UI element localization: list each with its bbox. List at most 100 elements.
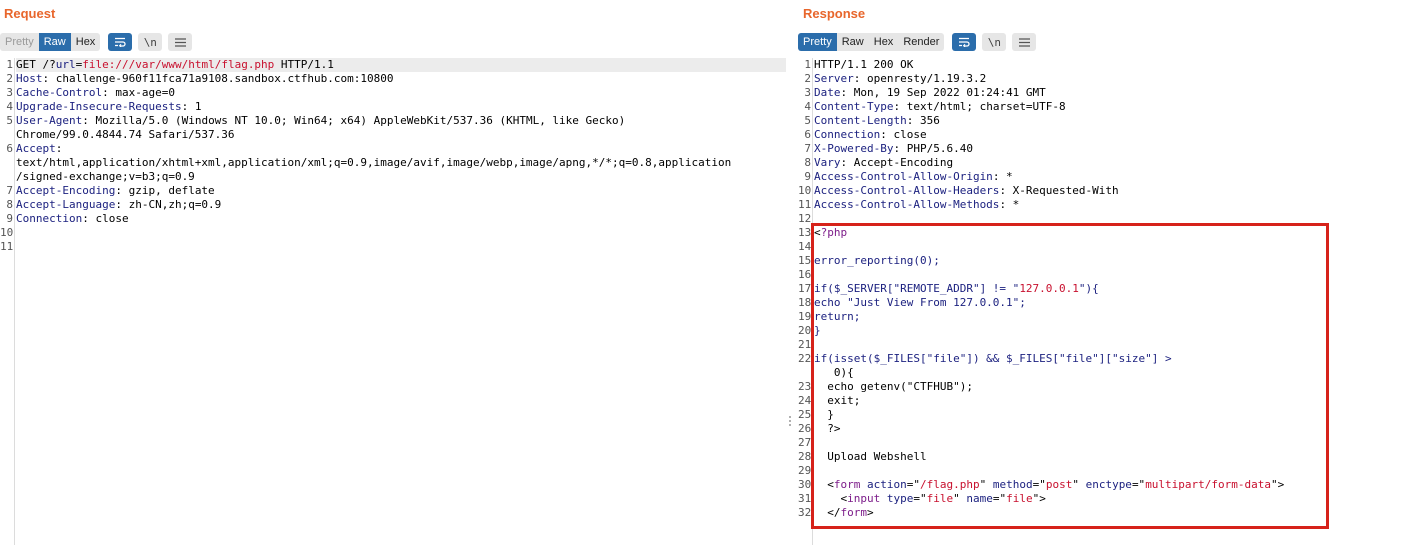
line-number: 10 [798,184,812,197]
line-text [814,338,1403,352]
line-text: if(isset($_FILES["file"]) && $_FILES["fi… [814,352,1403,366]
response-render-tab[interactable]: Render [898,33,945,51]
line-text: Upload Webshell [814,450,1403,464]
line-number: 31 [798,492,812,505]
line-text [814,240,1403,254]
code-line: 8 Accept-Language: zh-CN,zh;q=0.9 [0,198,786,212]
code-token: User-Agent [16,114,83,127]
code-token: : 356 [906,114,940,127]
line-number: 3 [804,86,811,99]
line-text: X-Powered-By: PHP/5.6.40 [814,142,1403,156]
line-text: /signed-exchange;v=b3;q=0.9 [16,170,786,184]
code-token: : X-Requested-With [999,184,1119,197]
response-raw-tab[interactable]: Raw [836,33,869,51]
line-text: <?php [814,226,1403,240]
line-text [814,268,1403,282]
line-number: 4 [804,100,811,113]
code-line: 1 HTTP/1.1 200 OK [798,58,1403,72]
line-number: 1 [804,58,811,71]
code-line: 4 Content-Type: text/html; charset=UTF-8 [798,100,1403,114]
line-text: Accept-Encoding: gzip, deflate [16,184,786,198]
code-token: =" [992,492,1007,505]
menu-icon [1018,37,1030,47]
line-text: Access-Control-Allow-Headers: X-Requeste… [814,184,1403,198]
line-number: 20 [798,324,812,337]
code-token: Chrome/99.0.4844.74 Safari/537.36 [16,128,235,141]
line-text: } [814,408,1403,422]
line-number [0,128,16,142]
response-menu-button[interactable] [1012,33,1037,51]
line-text [814,436,1403,450]
code-token: "> [1032,492,1046,505]
code-line: 5 User-Agent: Mozilla/5.0 (Windows NT 10.… [0,114,786,128]
code-line: 14 [798,240,1403,254]
code-token: if(isset($_FILES["file"]) && $_FILES["fi… [814,352,1172,365]
line-text: Connection: close [16,212,786,226]
wrap-lines-icon [959,37,971,47]
request-raw-tab[interactable]: Raw [38,33,71,51]
response-show-newlines-button[interactable]: \n [982,33,1007,51]
line-number: 5 [804,114,811,127]
code-token: ?> [814,422,841,435]
code-token: GET /? [16,58,56,71]
code-token: Upgrade-Insecure-Requests [16,100,182,113]
code-line: 1 GET /?url=file:///var/www/html/flag.php… [0,58,786,72]
response-hex-tab[interactable]: Hex [868,33,899,51]
code-line: text/html,application/xhtml+xml,applicat… [0,156,786,170]
code-line: 24 exit; [798,394,1403,408]
line-number: 30 [798,478,812,491]
code-token: : * [999,198,1020,211]
code-line: 26 ?> [798,422,1403,436]
line-text: Date: Mon, 19 Sep 2022 01:24:41 GMT [814,86,1403,100]
line-text: <input type="file" name="file"> [814,492,1403,506]
line-number: 24 [798,394,812,407]
code-token: error_reporting(0); [814,254,940,267]
response-pretty-tab[interactable]: Pretty [798,33,837,51]
line-text: Server: openresty/1.19.3.2 [814,72,1403,86]
line-number: 1 [6,58,13,71]
line-number: 11 [0,240,14,253]
code-line: 2 Server: openresty/1.19.3.2 [798,72,1403,86]
code-line: Chrome/99.0.4844.74 Safari/537.36 [0,128,786,142]
code-line: 15 error_reporting(0); [798,254,1403,268]
request-editor[interactable]: 1 GET /?url=file:///var/www/html/flag.php… [0,58,786,545]
code-token: : openresty/1.19.3.2 [853,72,987,85]
line-number: 28 [798,450,812,463]
line-text: Upgrade-Insecure-Requests: 1 [16,100,786,114]
code-token: : [55,142,63,155]
line-number: 6 [6,142,13,155]
code-token: : challenge-960f11fca71a9108.sandbox.ctf… [42,72,394,85]
code-line: 30 <form action="/flag.php" method="post… [798,478,1403,492]
pane-resize-handle[interactable] [788,414,792,430]
code-token: Date [814,86,841,99]
code-token: Server [814,72,854,85]
code-token: ?php [820,226,848,239]
request-wrap-lines-button[interactable] [108,33,133,51]
request-hex-tab[interactable]: Hex [70,33,101,51]
line-number: 16 [798,268,812,281]
line-text: Vary: Accept-Encoding [814,156,1403,170]
code-token: echo "Just View From 127.0.0.1"; [814,296,1026,309]
line-number: 25 [798,408,812,421]
line-number: 29 [798,464,812,477]
request-menu-button[interactable] [168,33,193,51]
line-text: Accept-Language: zh-CN,zh;q=0.9 [16,198,786,212]
code-line: 21 [798,338,1403,352]
response-editor[interactable]: 1 HTTP/1.1 200 OK 2 Server: openresty/1.19.… [798,58,1403,545]
response-wrap-lines-button[interactable] [952,33,977,51]
line-number: 2 [804,72,811,85]
response-title: Response [803,6,866,21]
code-token: } [814,324,821,337]
request-show-newlines-button[interactable]: \n [138,33,163,51]
code-line: 13 <?php [798,226,1403,240]
code-token: file [1006,492,1033,505]
line-text [814,464,1403,478]
code-token: text/html,application/xhtml+xml,applicat… [16,156,732,169]
line-number: 26 [798,422,812,435]
request-pretty-tab[interactable]: Pretty [0,33,39,51]
line-number: 19 [798,310,812,323]
line-number [0,156,16,170]
code-token: action [860,478,907,491]
code-token: method [986,478,1033,491]
code-token: Accept [16,142,56,155]
